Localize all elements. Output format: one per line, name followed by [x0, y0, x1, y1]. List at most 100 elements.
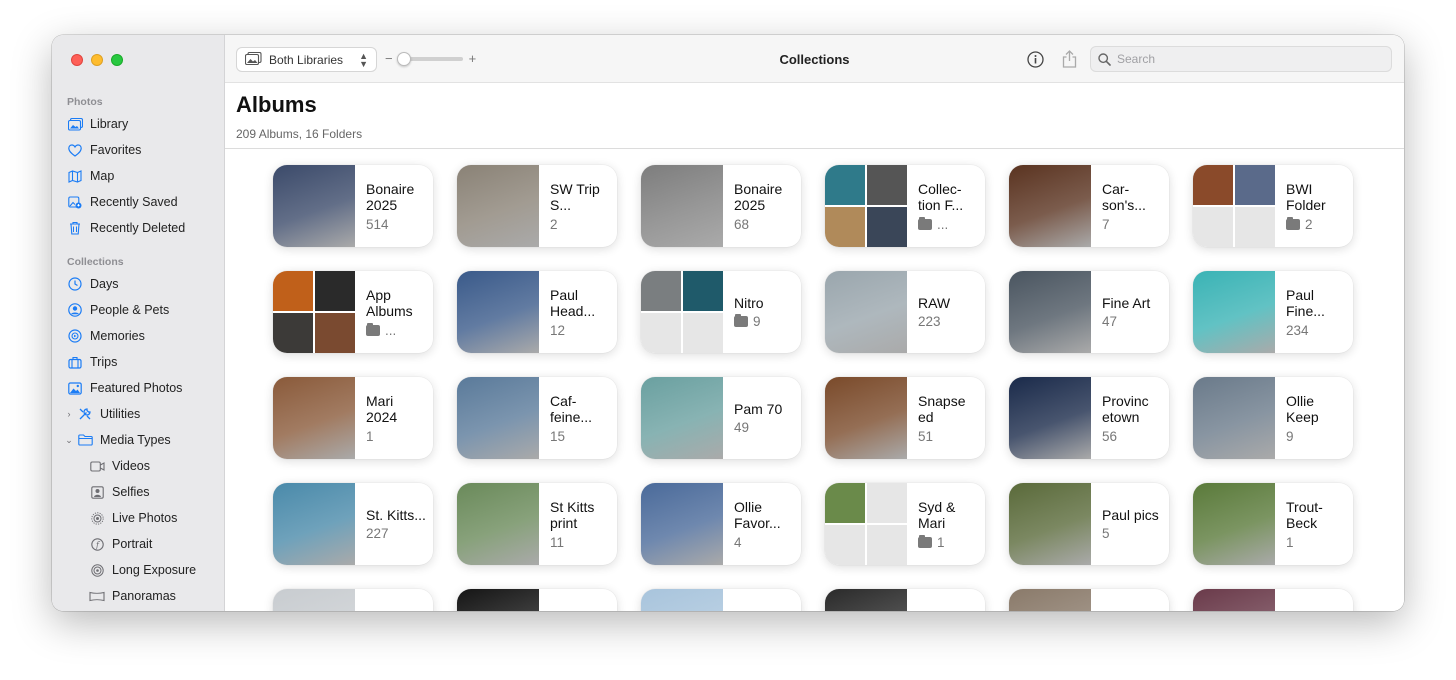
sidebar-item-long-exposure[interactable]: Long Exposure — [89, 559, 196, 581]
album-card[interactable]: Results... — [1009, 589, 1169, 611]
chevron-down-icon[interactable]: ⌄ — [64, 435, 74, 446]
chevron-right-icon[interactable]: › — [64, 409, 74, 419]
sidebar-item-label: Panoramas — [112, 589, 176, 603]
info-button[interactable] — [1025, 49, 1045, 69]
sidebar-item-label: Recently Saved — [90, 195, 178, 209]
sidebar-item-videos[interactable]: Videos — [89, 455, 150, 477]
album-card[interactable]: Paul pics 5 — [1009, 483, 1169, 565]
album-card[interactable]: SW Trip S... 2 — [457, 165, 617, 247]
album-card[interactable]: Syd & Mari 1 — [825, 483, 985, 565]
sidebar-item-selfies[interactable]: Selfies — [89, 481, 150, 503]
album-card[interactable]: Nitro 9 — [641, 271, 801, 353]
album-count-row: 4 — [734, 535, 795, 550]
album-card[interactable]: Bonaire 2025 68 — [641, 165, 801, 247]
album-thumbnail-tile — [683, 271, 723, 311]
sidebar-item-recently-saved[interactable]: Recently Saved — [67, 191, 178, 213]
zoom-slider[interactable] — [396, 51, 463, 66]
album-info: SW Trip S... 2 — [539, 165, 617, 247]
album-card[interactable]: Paul Head... 12 — [457, 271, 617, 353]
sidebar-item-memories[interactable]: Memories — [67, 325, 145, 347]
album-card[interactable]: Bonaire 2025 514 — [273, 165, 433, 247]
share-button[interactable] — [1059, 49, 1079, 69]
sidebar-item-library[interactable]: Library — [67, 113, 128, 135]
sidebar-item-featured-photos[interactable]: Featured Photos — [67, 377, 182, 399]
album-count: 2 — [550, 216, 558, 232]
album-card[interactable]: Paul Fine... 234 — [1193, 271, 1353, 353]
album-name: Bonaire 2025 — [366, 180, 415, 214]
album-name: Snapse ed — [918, 392, 966, 426]
sidebar-item-days[interactable]: Days — [67, 273, 118, 295]
sidebar-item-label: Long Exposure — [112, 563, 197, 577]
album-info: Collec-tion F...... — [907, 165, 985, 247]
sidebar-item-trips[interactable]: Trips — [67, 351, 117, 373]
album-card[interactable]: St Kitts print 11 — [457, 483, 617, 565]
sidebar-item-live-photos[interactable]: Live Photos — [89, 507, 177, 529]
album-thumbnail-tile — [273, 271, 313, 311]
album-card[interactable]: Snapse ed 51 — [825, 377, 985, 459]
album-card[interactable]: Ollie Favor... 4 — [641, 483, 801, 565]
zoom-slider-knob[interactable] — [396, 51, 411, 66]
panorama-icon — [89, 588, 105, 604]
album-card[interactable]: Provinc etown 56 — [1009, 377, 1169, 459]
album-info: Results... — [1091, 589, 1166, 611]
album-info: Caf-feine... 15 — [539, 377, 617, 459]
zoom-in-button[interactable]: + — [469, 51, 477, 66]
sidebar-item-recently-deleted[interactable]: Recently Deleted — [67, 217, 185, 239]
folder-icon — [734, 314, 748, 328]
album-thumbnail — [825, 271, 907, 353]
minimize-window-button[interactable] — [91, 54, 103, 66]
album-info: Mari 2024 1 — [355, 377, 433, 459]
album-thumbnail-tile — [867, 483, 907, 523]
sidebar-item-utilities[interactable]: › Utilities — [68, 403, 141, 425]
album-card[interactable]: Collec-tion F...... — [825, 165, 985, 247]
album-card[interactable]: Pam 70 49 — [641, 377, 801, 459]
album-thumbnail-tile — [641, 271, 681, 311]
album-card[interactable]: Mari... — [825, 589, 985, 611]
album-thumbnail — [1009, 165, 1091, 247]
album-card[interactable]: Caf-feine... 15 — [457, 377, 617, 459]
album-card[interactable]: Car-son's... 7 — [1009, 165, 1169, 247]
sidebar-item-media-types[interactable]: ⌄ Media Types — [65, 429, 170, 451]
sidebar-item-favorites[interactable]: Favorites — [67, 139, 141, 161]
album-card[interactable]: RAW 223 — [825, 271, 985, 353]
sidebar-item-people-and-pets[interactable]: People & Pets — [67, 299, 169, 321]
photo-library-icon — [244, 51, 262, 68]
album-count-row: 227 — [366, 526, 426, 541]
album-count-row: 9 — [734, 314, 764, 329]
album-card[interactable]: St. Kitts... 227 — [273, 483, 433, 565]
library-select[interactable]: Both Libraries ▲ ▼ — [236, 47, 377, 72]
album-count-row: 1 — [1286, 535, 1347, 550]
zoom-out-button[interactable]: − — [385, 51, 393, 66]
album-card[interactable]: Fine Art 47 — [1009, 271, 1169, 353]
album-card[interactable]: Not in... — [1193, 589, 1353, 611]
sidebar-item-map[interactable]: Map — [67, 165, 114, 187]
album-card[interactable]: Family... — [457, 589, 617, 611]
album-card[interactable]: natural... — [641, 589, 801, 611]
search-field[interactable] — [1090, 46, 1392, 72]
album-info: Not in... — [1275, 589, 1340, 611]
album-count: 227 — [366, 526, 389, 542]
album-card[interactable]: Mt... — [273, 589, 433, 611]
album-count-row: 12 — [550, 323, 611, 338]
zoom-window-button[interactable] — [111, 54, 123, 66]
album-name: Ollie Keep — [1286, 392, 1319, 426]
sidebar-item-label: Featured Photos — [90, 381, 183, 395]
album-name: Paul pics — [1102, 506, 1159, 523]
sidebar-item-panoramas[interactable]: Panoramas — [89, 585, 176, 607]
sidebar-item-label: Trips — [90, 355, 118, 369]
recently-saved-icon — [67, 194, 83, 210]
chevron-updown-icon: ▲ ▼ — [359, 50, 368, 69]
sidebar-item-portrait[interactable]: f Portrait — [89, 533, 152, 555]
search-input[interactable] — [1117, 52, 1377, 66]
album-card[interactable]: BWI Folder 2 — [1193, 165, 1353, 247]
close-window-button[interactable] — [71, 54, 83, 66]
album-card[interactable]: App Albums... — [273, 271, 433, 353]
album-card[interactable]: Mari 2024 1 — [273, 377, 433, 459]
portrait-icon: f — [89, 536, 105, 552]
album-thumbnail-tile — [273, 313, 313, 353]
album-card[interactable]: Ollie Keep 9 — [1193, 377, 1353, 459]
album-count: 5 — [1102, 526, 1110, 542]
album-thumbnail-tile — [825, 165, 865, 205]
album-card[interactable]: Trout-Beck 1 — [1193, 483, 1353, 565]
album-info: Family... — [539, 589, 608, 611]
